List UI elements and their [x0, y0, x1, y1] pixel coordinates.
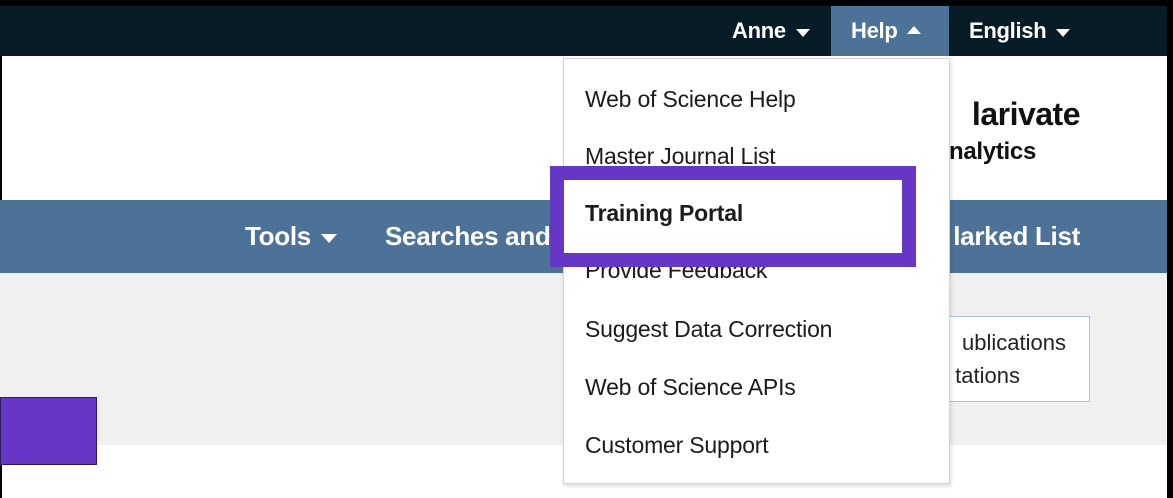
top-bar: Anne Help English [0, 6, 1167, 56]
help-menu-label: Help [851, 18, 898, 43]
user-menu-button[interactable]: Anne [732, 6, 824, 56]
help-menu-button[interactable]: Help [831, 6, 949, 56]
menu-item-web-of-science-apis[interactable]: Web of Science APIs [585, 374, 796, 401]
annotation-block [0, 397, 97, 465]
nav-tools-label: Tools [245, 221, 311, 251]
screenshot-frame: Anne Help English larivate nalytics Tool… [0, 0, 1173, 498]
language-menu-button[interactable]: English [953, 6, 1083, 56]
chevron-down-icon [1056, 28, 1071, 37]
user-menu-label: Anne [732, 18, 786, 43]
menu-item-web-of-science-help[interactable]: Web of Science Help [585, 86, 796, 113]
nav-searches-label: Searches and [385, 221, 551, 251]
frame-border-right [1167, 0, 1173, 498]
nav-marked-label: larked List [953, 221, 1080, 251]
chevron-down-icon [320, 234, 337, 243]
chevron-up-icon [907, 25, 922, 34]
menu-item-suggest-data-correction[interactable]: Suggest Data Correction [585, 316, 832, 343]
highlight-box [550, 166, 916, 267]
menu-item-customer-support[interactable]: Customer Support [585, 432, 769, 459]
language-menu-label: English [969, 18, 1047, 43]
nav-tools[interactable]: Tools [245, 200, 337, 273]
chevron-down-icon [795, 28, 810, 37]
nav-searches-and-alerts[interactable]: Searches and [385, 200, 555, 273]
